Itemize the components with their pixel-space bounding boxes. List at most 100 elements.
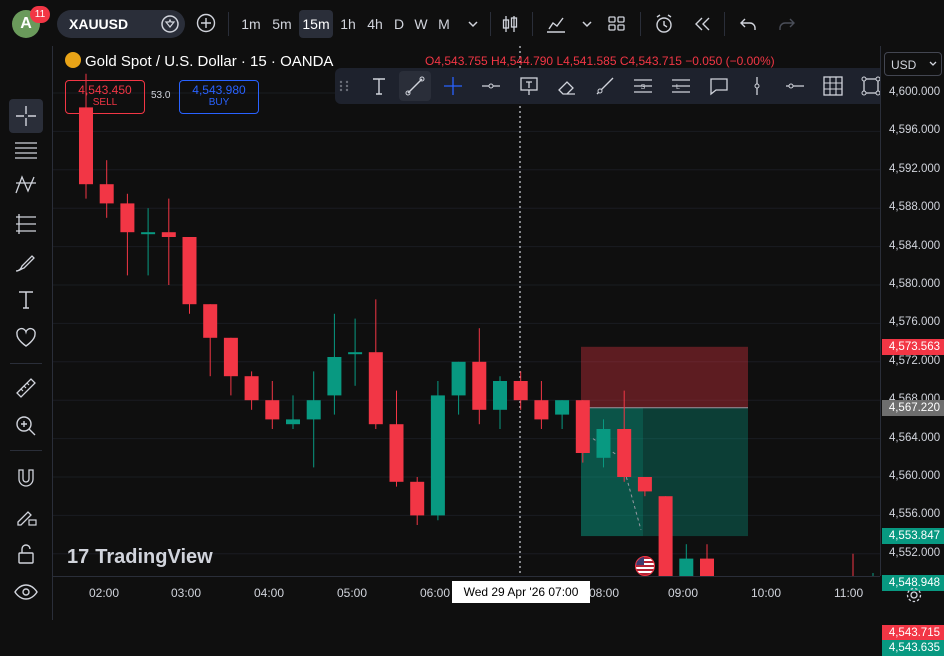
- lock-pencil-icon[interactable]: [12, 502, 40, 530]
- ruler-icon[interactable]: [12, 374, 40, 402]
- sell-button[interactable]: 4,543.450 SELL: [65, 80, 145, 114]
- candle-body[interactable]: [451, 361, 466, 396]
- time-tick-label: 09:00: [668, 586, 699, 600]
- horizontal-line-icon[interactable]: [783, 74, 807, 98]
- layout-grid-icon[interactable]: [605, 12, 629, 36]
- price-label-icon[interactable]: [517, 74, 541, 98]
- candle-body[interactable]: [472, 361, 487, 410]
- add-compare-icon[interactable]: [196, 13, 216, 33]
- text-icon[interactable]: [367, 74, 391, 98]
- timeframe-W[interactable]: W: [412, 10, 430, 38]
- candle-body[interactable]: [182, 237, 197, 305]
- ray-line-icon[interactable]: [593, 74, 617, 98]
- eraser-icon[interactable]: [555, 74, 579, 98]
- candle-body[interactable]: [79, 107, 93, 185]
- undo-icon[interactable]: [736, 12, 760, 36]
- top-toolbar: A 11 XAUUSD 1m 5m 15m 1h 4h D W M: [0, 0, 944, 47]
- candle-body[interactable]: [575, 400, 590, 453]
- candle-body[interactable]: [679, 558, 694, 576]
- candlestick-icon[interactable]: [498, 12, 522, 36]
- candle-body[interactable]: [203, 304, 218, 338]
- candle-body[interactable]: [430, 395, 445, 516]
- us-flag-event-icon[interactable]: [635, 556, 655, 576]
- lock-icon[interactable]: [12, 540, 40, 568]
- candle-body[interactable]: [348, 352, 363, 355]
- replay-icon[interactable]: [690, 12, 714, 36]
- timeframe-1h[interactable]: 1h: [337, 10, 359, 38]
- candle-body[interactable]: [493, 381, 507, 410]
- crosshair-time-label: Wed 29 Apr '26 07:00: [452, 581, 590, 603]
- candle-body[interactable]: [513, 381, 528, 401]
- candle-body[interactable]: [637, 477, 652, 492]
- settings-gear-icon[interactable]: [905, 586, 923, 604]
- timeframe-5m[interactable]: 5m: [268, 10, 296, 38]
- cursor-dot-icon[interactable]: [12, 96, 40, 124]
- candle-body[interactable]: [410, 481, 425, 516]
- chart-pane[interactable]: Gold Spot / U.S. Dollar · 15 · OANDA O4,…: [53, 46, 880, 576]
- toolbar-separator: [10, 450, 42, 451]
- candle-body[interactable]: [306, 400, 321, 420]
- candle-body[interactable]: [286, 419, 300, 425]
- currency-select[interactable]: USD: [884, 52, 942, 76]
- buy-button[interactable]: 4,543.980 BUY: [179, 80, 259, 114]
- symbol-search-button[interactable]: XAUUSD: [57, 10, 185, 38]
- timeframe-D[interactable]: D: [391, 10, 407, 38]
- currency-label: USD: [891, 58, 917, 72]
- vertical-line-icon[interactable]: [745, 74, 769, 98]
- candle-body[interactable]: [368, 352, 383, 425]
- candle-body[interactable]: [120, 203, 135, 233]
- brush-icon[interactable]: [12, 249, 40, 277]
- crosshair-line-icon[interactable]: [441, 74, 465, 98]
- drag-handle-icon[interactable]: [337, 74, 351, 98]
- candle-body[interactable]: [534, 400, 549, 420]
- heart-icon[interactable]: [12, 324, 40, 352]
- toolbar-separator: [10, 363, 42, 364]
- alert-clock-icon[interactable]: [652, 12, 676, 36]
- grid-icon[interactable]: [821, 74, 845, 98]
- candle-body[interactable]: [596, 429, 611, 458]
- candle-body[interactable]: [223, 337, 238, 377]
- eye-icon[interactable]: [12, 578, 40, 606]
- candle-body[interactable]: [265, 400, 280, 420]
- text-icon[interactable]: [12, 286, 40, 314]
- zoom-in-icon[interactable]: [12, 412, 40, 440]
- candle-body[interactable]: [700, 558, 714, 576]
- candle-body[interactable]: [244, 376, 259, 401]
- chevron-down-icon: [929, 61, 937, 66]
- candle-body[interactable]: [327, 357, 342, 396]
- candle-body[interactable]: [658, 496, 673, 576]
- rectangle-icon[interactable]: [859, 74, 880, 98]
- candle-body[interactable]: [161, 232, 176, 237]
- candle-body[interactable]: [99, 184, 114, 204]
- candle-body[interactable]: [141, 232, 156, 235]
- long-position-icon[interactable]: L: [669, 74, 693, 98]
- stop-loss-zone[interactable]: [581, 346, 748, 408]
- comment-icon[interactable]: [707, 74, 731, 98]
- trend-lines-icon[interactable]: [12, 135, 40, 163]
- chevron-down-icon[interactable]: [461, 12, 485, 36]
- redo-icon[interactable]: [775, 12, 799, 36]
- candle-body[interactable]: [389, 424, 404, 482]
- pattern-icon[interactable]: [12, 171, 40, 199]
- price-axis[interactable]: 4,552.000 4,556.000 4,560.000 4,564.000 4,56…: [880, 46, 944, 656]
- timeframe-4h[interactable]: 4h: [364, 10, 386, 38]
- sl-tp-icon[interactable]: S: [631, 74, 655, 98]
- fib-icon[interactable]: [12, 210, 40, 238]
- candle-body[interactable]: [555, 400, 570, 415]
- chevron-down-icon[interactable]: [575, 12, 599, 36]
- sell-price: 4,543.450: [78, 83, 132, 97]
- time-axis[interactable]: 02:00 03:00 04:00 05:00 06:00 08:00 09:00 10:00…: [53, 576, 922, 621]
- trend-line-icon[interactable]: [403, 74, 427, 98]
- toolbar-separator: [228, 12, 229, 36]
- timeframe-15m[interactable]: 15m: [299, 10, 333, 38]
- price-tick-label: 4,584.000: [889, 239, 941, 252]
- timeframe-1m[interactable]: 1m: [238, 10, 264, 38]
- left-drawing-toolbar: [0, 46, 53, 620]
- crown-icon: [161, 15, 179, 33]
- magnet-icon[interactable]: [12, 464, 40, 492]
- candlestick-chart[interactable]: [53, 46, 880, 576]
- candle-body[interactable]: [617, 429, 632, 477]
- indicators-icon[interactable]: [544, 12, 568, 36]
- timeframe-M[interactable]: M: [434, 10, 454, 38]
- horizontal-ray-icon[interactable]: [479, 74, 503, 98]
